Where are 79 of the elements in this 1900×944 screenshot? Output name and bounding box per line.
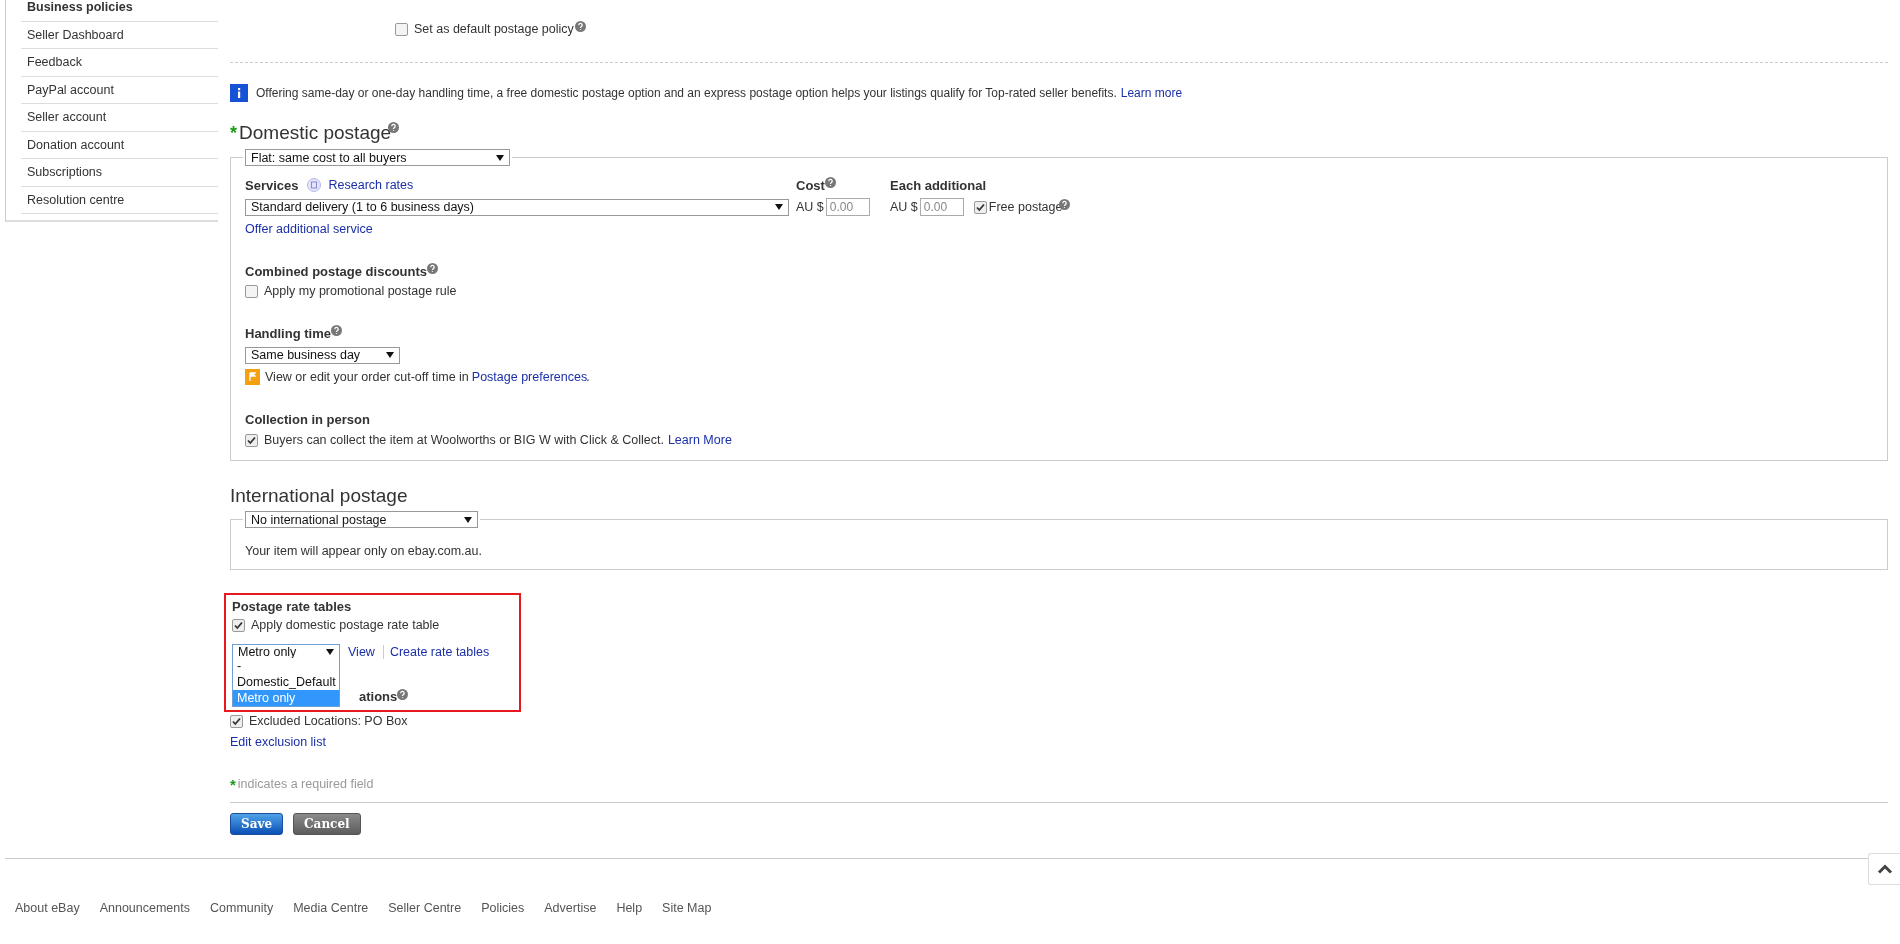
info-text: Offering same-day or one-day handling time, a free domestic postage option and an express postage option helps your listings qualify for Top-rated seller benefits. xyxy=(256,86,1117,100)
footer-link[interactable]: About eBay xyxy=(15,901,80,915)
sidebar-item[interactable]: Seller Dashboard xyxy=(21,21,218,49)
field-label: ations xyxy=(359,688,398,704)
footer-link[interactable]: Seller Centre xyxy=(388,901,462,915)
sidebar-item[interactable]: Resolution centre xyxy=(21,186,218,214)
field-label: Handling time xyxy=(245,325,331,341)
caret-icon xyxy=(326,649,334,655)
help-icon[interactable] xyxy=(330,325,342,336)
info-icon xyxy=(230,84,248,102)
sidebar-item[interactable]: Business policies xyxy=(21,0,218,22)
flag-icon xyxy=(245,369,260,385)
sidebar-item[interactable]: Subscriptions xyxy=(21,159,218,187)
dropdown[interactable]: Standard delivery (1 to 6 business days) xyxy=(245,198,789,216)
additional-cost-input[interactable]: 0.00 xyxy=(919,198,964,216)
field-label: Cost xyxy=(796,177,825,193)
create-rate-tables-link[interactable]: Create rate tables xyxy=(389,645,490,659)
chevron-up-icon xyxy=(1876,864,1893,874)
caret-icon xyxy=(464,516,472,523)
checkbox[interactable] xyxy=(973,200,987,214)
section-heading: International postage xyxy=(230,485,408,507)
field-label: Collection in person xyxy=(245,411,370,427)
note-text: View or edit your order cut-off time in xyxy=(265,370,469,384)
required-mark: * xyxy=(230,124,237,142)
calculator-icon xyxy=(306,178,321,192)
footer-link[interactable]: Community xyxy=(210,901,274,915)
help-icon[interactable] xyxy=(574,21,586,32)
field-label: Postage rate tables xyxy=(232,598,352,614)
field-label: Services xyxy=(245,177,299,193)
dropdown[interactable]: Same business day xyxy=(245,346,400,364)
caret-icon xyxy=(386,352,394,358)
checkbox-label: Buyers can collect the item at Woolworths or BIG W with Click & Collect. xyxy=(264,433,664,447)
checkbox-label: Apply my promotional postage rule xyxy=(264,284,457,298)
help-icon[interactable] xyxy=(427,263,438,274)
help-icon[interactable] xyxy=(388,122,400,133)
save-button[interactable]: Save xyxy=(230,813,284,835)
sidebar-item[interactable]: Seller account xyxy=(21,104,218,132)
checkbox-label: Set as default postage policy xyxy=(414,22,574,36)
footer-link[interactable]: Site Map xyxy=(662,901,712,915)
edit-exclusion-link[interactable]: Edit exclusion list xyxy=(230,735,326,749)
cancel-button[interactable]: Cancel xyxy=(293,813,361,835)
currency-label: AU $ xyxy=(796,200,824,214)
note-text: . xyxy=(586,370,590,384)
required-note: indicates a required field xyxy=(237,777,374,791)
caret-icon xyxy=(496,154,504,161)
checkbox-label: Excluded Locations: PO Box xyxy=(249,714,408,728)
checkbox[interactable] xyxy=(245,433,258,447)
footer-link[interactable]: Announcements xyxy=(99,901,190,915)
field-label: Each additional xyxy=(890,177,987,193)
footer-link[interactable]: Help xyxy=(616,901,643,915)
footer-link[interactable]: Media Centre xyxy=(293,901,369,915)
footer-link[interactable]: Policies xyxy=(481,901,525,915)
caret-icon xyxy=(775,204,783,210)
view-link[interactable]: View xyxy=(348,645,375,659)
checkbox-label: Free postage xyxy=(988,200,1063,214)
learn-more-link[interactable]: Learn more xyxy=(1120,86,1183,100)
dropdown[interactable]: No international postage xyxy=(245,511,478,528)
sidebar-item[interactable]: PayPal account xyxy=(21,76,218,104)
field-label: Combined postage discounts xyxy=(245,263,427,279)
checkbox[interactable] xyxy=(232,618,245,632)
help-icon[interactable] xyxy=(824,177,836,188)
sidebar-item[interactable]: Donation account xyxy=(21,131,218,159)
checkbox[interactable] xyxy=(230,714,243,728)
back-to-top-button[interactable] xyxy=(1868,853,1900,885)
dropdown[interactable]: Flat: same cost to all buyers xyxy=(245,149,510,166)
required-mark: * xyxy=(230,776,236,792)
learn-more-link[interactable]: Learn More xyxy=(667,433,732,447)
currency-label: AU $ xyxy=(890,200,918,214)
checkbox[interactable] xyxy=(395,22,408,36)
checkbox[interactable] xyxy=(245,284,258,298)
offer-service-link[interactable]: Offer additional service xyxy=(245,222,373,236)
checkbox-label: Apply domestic postage rate table xyxy=(251,618,440,632)
sidebar-item[interactable]: Feedback xyxy=(21,49,218,77)
cost-input[interactable]: 0.00 xyxy=(825,198,870,216)
help-icon[interactable] xyxy=(397,689,409,700)
section-heading: Domestic postage xyxy=(239,122,392,144)
footer-link[interactable]: Advertise xyxy=(544,901,597,915)
research-rates-link[interactable]: Research rates xyxy=(328,178,414,192)
note-text: Your item will appear only on ebay.com.au. xyxy=(245,544,482,558)
